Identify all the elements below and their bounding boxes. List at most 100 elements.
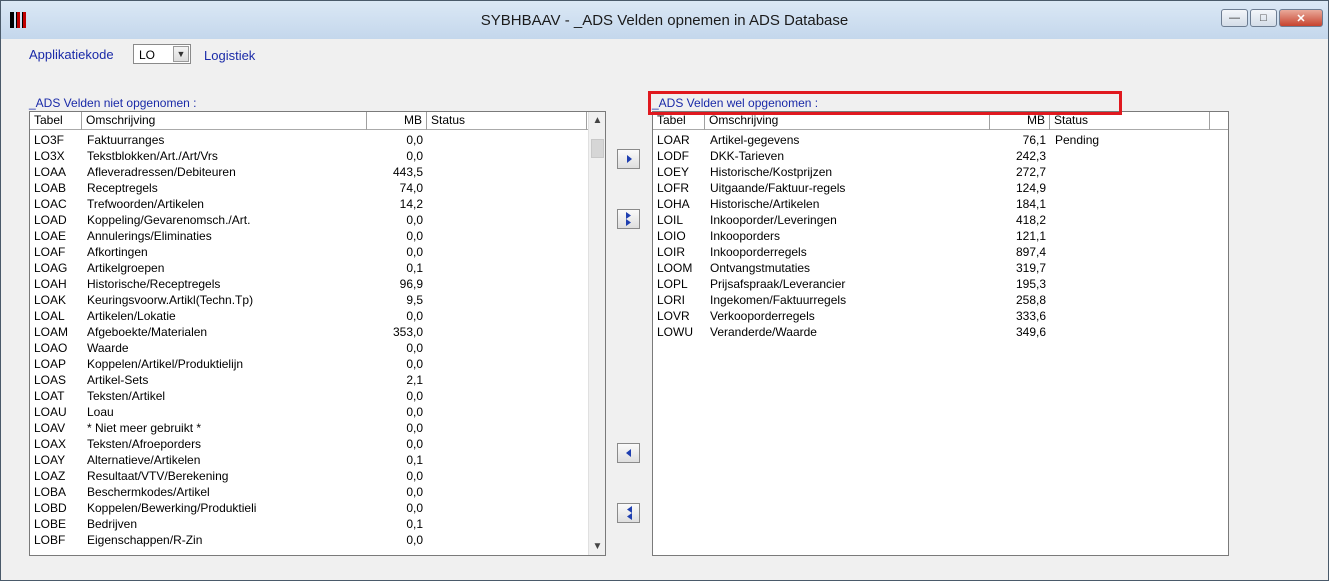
- row-mb: 0,0: [406, 437, 423, 451]
- table-row[interactable]: LOAF Afkortingen 0,0: [30, 244, 605, 260]
- row-tabel: LOAL: [34, 309, 65, 323]
- move-left-button[interactable]: [617, 443, 640, 463]
- left-group-label: _ADS Velden niet opgenomen :: [29, 96, 197, 110]
- left-scrollbar[interactable]: ▲ ▼: [588, 112, 605, 555]
- table-row[interactable]: LOAD Koppeling/Gevarenomsch./Art. 0,0: [30, 212, 605, 228]
- table-row[interactable]: LOAZ Resultaat/VTV/Berekening 0,0: [30, 468, 605, 484]
- row-tabel: LOAZ: [34, 469, 66, 483]
- scroll-thumb[interactable]: [591, 139, 604, 158]
- right-rows: LOAR Artikel-gegevens 76,1 Pending LODF DKK-T…: [653, 132, 1228, 340]
- arrow-left-icon: [625, 449, 631, 457]
- row-mb: 74,0: [399, 181, 423, 195]
- table-row[interactable]: LOAM Afgeboekte/Materialen 353,0: [30, 324, 605, 340]
- table-row[interactable]: LOAT Teksten/Artikel 0,0: [30, 388, 605, 404]
- table-row[interactable]: LOBA Beschermkodes/Artikel 0,0: [30, 484, 605, 500]
- column-header-omschrijving[interactable]: Omschrijving: [82, 112, 367, 130]
- column-header-mb[interactable]: MB: [367, 112, 427, 130]
- row-omschrijving: Veranderde/Waarde: [710, 325, 817, 339]
- minimize-button[interactable]: —: [1221, 9, 1248, 27]
- move-all-right-button[interactable]: [617, 209, 640, 229]
- row-omschrijving: Trefwoorden/Artikelen: [87, 197, 204, 211]
- table-row[interactable]: LORI Ingekomen/Faktuurregels 258,8: [653, 292, 1228, 308]
- table-row[interactable]: LOAX Teksten/Afroeporders 0,0: [30, 436, 605, 452]
- row-mb: 124,9: [1015, 181, 1046, 195]
- row-tabel: LOAD: [34, 213, 67, 227]
- row-tabel: LOAG: [34, 261, 68, 275]
- table-row[interactable]: LOBD Koppelen/Bewerking/Produktieli 0,0: [30, 500, 605, 516]
- row-omschrijving: Inkooporderregels: [710, 245, 807, 259]
- row-omschrijving: Afleveradressen/Debiteuren: [87, 165, 236, 179]
- row-tabel: LOAO: [34, 341, 68, 355]
- row-tabel: LOAP: [34, 357, 67, 371]
- row-mb: 0,1: [406, 453, 423, 467]
- row-tabel: LOAE: [34, 229, 67, 243]
- table-row[interactable]: LOAB Receptregels 74,0: [30, 180, 605, 196]
- move-right-button[interactable]: [617, 149, 640, 169]
- row-mb: 333,6: [1015, 309, 1046, 323]
- table-row[interactable]: LOAC Trefwoorden/Artikelen 14,2: [30, 196, 605, 212]
- row-mb: 0,1: [406, 517, 423, 531]
- row-omschrijving: DKK-Tarieven: [710, 149, 785, 163]
- table-row[interactable]: LOEY Historische/Kostprijzen 272,7: [653, 164, 1228, 180]
- row-omschrijving: Artikelgroepen: [87, 261, 165, 275]
- maximize-button[interactable]: □: [1250, 9, 1277, 27]
- table-row[interactable]: LOAE Annulerings/Eliminaties 0,0: [30, 228, 605, 244]
- row-mb: 0,0: [406, 501, 423, 515]
- title-bar[interactable]: SYBHBAAV - _ADS Velden opnemen in ADS Da…: [1, 1, 1328, 39]
- row-mb: 0,0: [406, 341, 423, 355]
- row-mb: 76,1: [1022, 133, 1046, 147]
- table-row[interactable]: LOAH Historische/Receptregels 96,9: [30, 276, 605, 292]
- right-list[interactable]: Tabel Omschrijving MB Status LOAR Artikel…: [652, 111, 1229, 556]
- scroll-up-icon[interactable]: ▲: [589, 112, 605, 129]
- table-row[interactable]: LOAL Artikelen/Lokatie 0,0: [30, 308, 605, 324]
- row-omschrijving: Koppelen/Bewerking/Produktieli: [87, 501, 257, 515]
- scroll-down-icon[interactable]: ▼: [589, 538, 605, 555]
- table-row[interactable]: LOAY Alternatieve/Artikelen 0,1: [30, 452, 605, 468]
- table-row[interactable]: LOBE Bedrijven 0,1: [30, 516, 605, 532]
- table-row[interactable]: LOFR Uitgaande/Faktuur-regels 124,9: [653, 180, 1228, 196]
- row-mb: 0,0: [406, 421, 423, 435]
- row-tabel: LOAC: [34, 197, 67, 211]
- row-tabel: LOAH: [34, 277, 67, 291]
- table-row[interactable]: LOAK Keuringsvoorw.Artikl(Techn.Tp) 9,5: [30, 292, 605, 308]
- table-row[interactable]: LO3F Faktuurranges 0,0: [30, 132, 605, 148]
- table-row[interactable]: LOAS Artikel-Sets 2,1: [30, 372, 605, 388]
- left-list[interactable]: Tabel Omschrijving MB Status LO3F Faktuur…: [29, 111, 606, 556]
- row-omschrijving: Afkortingen: [87, 245, 148, 259]
- table-row[interactable]: LOAA Afleveradressen/Debiteuren 443,5: [30, 164, 605, 180]
- move-all-left-button[interactable]: [617, 503, 640, 523]
- row-omschrijving: Resultaat/VTV/Berekening: [87, 469, 229, 483]
- table-row[interactable]: LOIL Inkooporder/Leveringen 418,2: [653, 212, 1228, 228]
- chevron-down-icon[interactable]: ▼: [173, 46, 189, 62]
- table-row[interactable]: LO3X Tekstblokken/Art./Art/Vrs 0,0: [30, 148, 605, 164]
- table-row[interactable]: LOAU Loau 0,0: [30, 404, 605, 420]
- row-mb: 0,0: [406, 133, 423, 147]
- table-row[interactable]: LOWU Veranderde/Waarde 349,6: [653, 324, 1228, 340]
- table-row[interactable]: LOAR Artikel-gegevens 76,1 Pending: [653, 132, 1228, 148]
- arrow-right-icon: [626, 155, 632, 163]
- table-row[interactable]: LOHA Historische/Artikelen 184,1: [653, 196, 1228, 212]
- applikatiekode-combo[interactable]: LO ▼: [133, 44, 191, 64]
- table-row[interactable]: LOIO Inkooporders 121,1: [653, 228, 1228, 244]
- column-header-tabel[interactable]: Tabel: [30, 112, 82, 130]
- row-mb: 0,0: [406, 229, 423, 243]
- table-row[interactable]: LOAP Koppelen/Artikel/Produktielijn 0,0: [30, 356, 605, 372]
- row-tabel: LOHA: [657, 197, 690, 211]
- row-omschrijving: Tekstblokken/Art./Art/Vrs: [87, 149, 218, 163]
- table-row[interactable]: LOBF Eigenschappen/R-Zin 0,0: [30, 532, 605, 548]
- row-mb: 349,6: [1015, 325, 1046, 339]
- close-button[interactable]: ✕: [1279, 9, 1323, 27]
- table-row[interactable]: LOOM Ontvangstmutaties 319,7: [653, 260, 1228, 276]
- table-row[interactable]: LOAV * Niet meer gebruikt * 0,0: [30, 420, 605, 436]
- table-row[interactable]: LOAG Artikelgroepen 0,1: [30, 260, 605, 276]
- table-row[interactable]: LOPL Prijsafspraak/Leverancier 195,3: [653, 276, 1228, 292]
- row-mb: 0,0: [406, 533, 423, 547]
- row-mb: 0,1: [406, 261, 423, 275]
- column-header-status[interactable]: Status: [427, 112, 587, 130]
- table-row[interactable]: LOAO Waarde 0,0: [30, 340, 605, 356]
- table-row[interactable]: LOIR Inkooporderregels 897,4: [653, 244, 1228, 260]
- row-omschrijving: Ontvangstmutaties: [710, 261, 811, 275]
- row-omschrijving: Receptregels: [87, 181, 158, 195]
- table-row[interactable]: LODF DKK-Tarieven 242,3: [653, 148, 1228, 164]
- table-row[interactable]: LOVR Verkooporderregels 333,6: [653, 308, 1228, 324]
